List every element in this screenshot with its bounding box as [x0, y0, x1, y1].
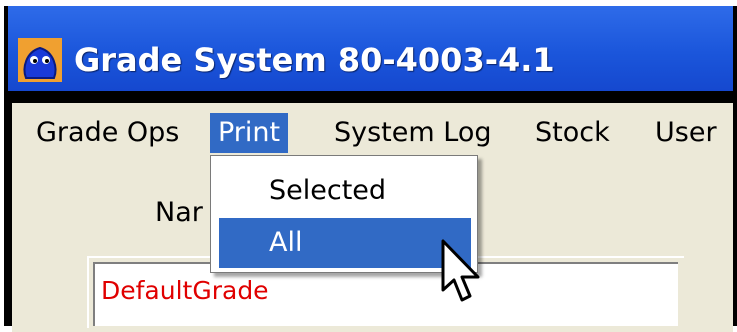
mouse-pointer-icon	[441, 239, 480, 302]
menu-print[interactable]: Print	[210, 113, 289, 153]
menu-system-log[interactable]: System Log	[334, 113, 492, 153]
app-blob-icon	[18, 38, 62, 82]
name-label: Nar	[155, 197, 203, 228]
menu-grade-ops[interactable]: Grade Ops	[36, 113, 179, 153]
print-dropdown-menu: Selected All	[210, 155, 478, 273]
menu-item-selected[interactable]: Selected	[219, 166, 471, 216]
menu-user[interactable]: User	[655, 113, 717, 153]
window-title: Grade System 80-4003-4.1	[74, 41, 555, 79]
menu-item-all[interactable]: All	[219, 218, 471, 268]
menu-bar: Grade Ops Print System Log Stock User	[12, 103, 733, 161]
title-bar[interactable]: Grade System 80-4003-4.1	[8, 6, 733, 91]
list-item[interactable]: DefaultGrade	[101, 276, 269, 305]
menu-stock[interactable]: Stock	[535, 113, 610, 153]
